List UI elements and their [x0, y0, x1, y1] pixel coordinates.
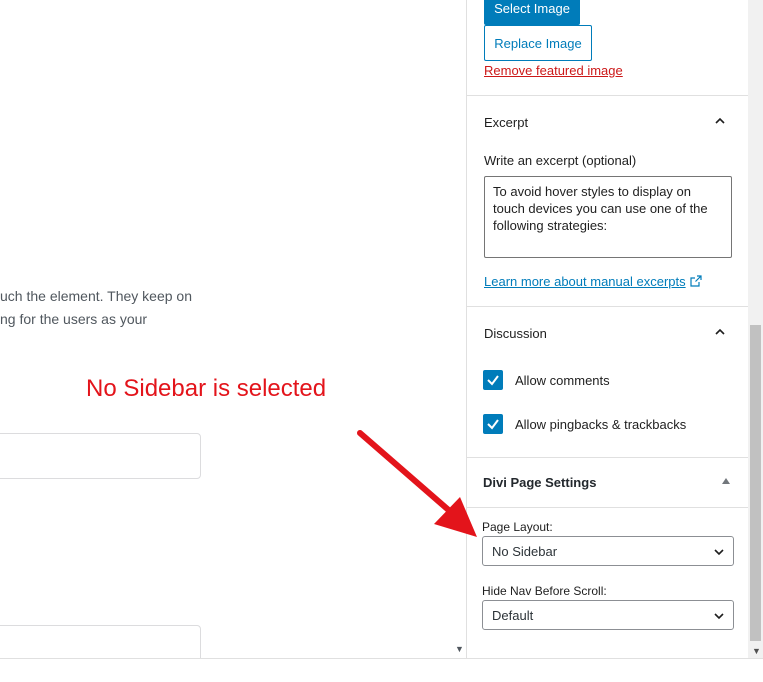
divi-panel-toggle[interactable]: Divi Page Settings: [467, 458, 748, 508]
app-root: uch the element. They keep on ng for the…: [0, 0, 763, 682]
editor-paragraph[interactable]: uch the element. They keep on ng for the…: [0, 285, 440, 331]
allow-pingbacks-row[interactable]: Allow pingbacks & trackbacks: [483, 414, 686, 434]
triangle-up-icon: [722, 478, 730, 484]
page-layout-value: No Sidebar: [492, 543, 558, 559]
scroll-down-icon[interactable]: ▼: [455, 644, 464, 654]
manual-excerpts-link[interactable]: Learn more about manual excerpts: [484, 274, 702, 289]
select-image-button[interactable]: Select Image: [484, 0, 580, 25]
featured-image-panel: Select Image Replace Image Remove featur…: [467, 0, 748, 96]
page-layout-select[interactable]: No Sidebar: [482, 536, 734, 566]
hide-nav-value: Default: [492, 607, 534, 623]
allow-pingbacks-label: Allow pingbacks & trackbacks: [515, 416, 687, 432]
excerpt-field-label: Write an excerpt (optional): [484, 153, 637, 168]
excerpt-panel: Excerpt Write an excerpt (optional) To a…: [467, 96, 748, 307]
replace-image-button[interactable]: Replace Image: [484, 25, 592, 61]
annotation-callout: No Sidebar is selected: [86, 375, 327, 402]
divi-page-settings-panel: Divi Page Settings Page Layout: No Sideb…: [467, 458, 748, 658]
allow-comments-row[interactable]: Allow comments: [483, 370, 610, 390]
manual-excerpts-link-text: Learn more about manual excerpts: [484, 274, 686, 289]
excerpt-textarea[interactable]: To avoid hover styles to display on touc…: [484, 176, 732, 258]
allow-comments-label: Allow comments: [515, 372, 610, 388]
remove-featured-image-link[interactable]: Remove featured image: [484, 63, 623, 78]
chevron-down-icon: [714, 549, 724, 556]
excerpt-title: Excerpt: [484, 114, 529, 130]
page-layout-label: Page Layout:: [482, 520, 553, 534]
sidebar-scrollbar[interactable]: ▼: [748, 0, 763, 658]
chevron-up-icon: [715, 328, 725, 335]
editor-canvas: uch the element. They keep on ng for the…: [0, 0, 452, 658]
scroll-down-icon[interactable]: ▼: [752, 646, 761, 656]
sidebar-scroll-thumb[interactable]: [750, 325, 761, 641]
chevron-down-icon: [714, 613, 724, 620]
allow-comments-checkbox[interactable]: [483, 370, 503, 390]
footer-strip: [0, 658, 763, 682]
discussion-panel-toggle[interactable]: Discussion: [467, 307, 748, 359]
checkmark-icon: [487, 375, 499, 386]
hide-nav-select[interactable]: Default: [482, 600, 734, 630]
settings-sidebar: Select Image Replace Image Remove featur…: [466, 0, 748, 658]
chevron-up-icon: [715, 117, 725, 124]
discussion-title: Discussion: [484, 325, 547, 341]
editor-line: uch the element. They keep on: [0, 288, 192, 304]
allow-pingbacks-checkbox[interactable]: [483, 414, 503, 434]
editor-input-block[interactable]: [0, 433, 201, 479]
editor-line: ng for the users as your: [0, 311, 148, 327]
editor-scrollbar[interactable]: ▼: [452, 0, 466, 658]
divi-title: Divi Page Settings: [483, 475, 597, 490]
external-link-icon: [690, 275, 702, 287]
editor-input-block[interactable]: [0, 625, 201, 658]
checkmark-icon: [487, 419, 499, 430]
excerpt-panel-toggle[interactable]: Excerpt: [467, 96, 748, 148]
hide-nav-label: Hide Nav Before Scroll:: [482, 584, 607, 598]
